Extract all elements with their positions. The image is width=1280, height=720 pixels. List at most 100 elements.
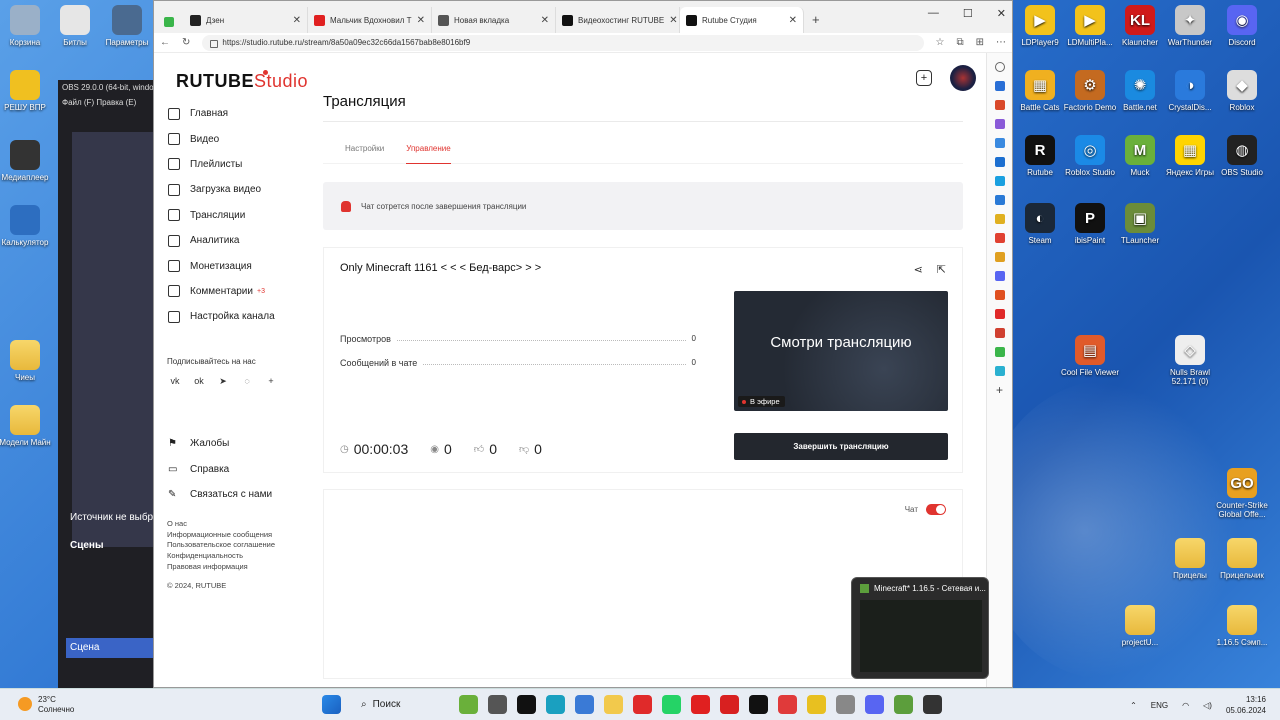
window-controls[interactable]: — ☐ ✕ <box>928 7 1006 20</box>
minimize-icon[interactable]: — <box>928 7 939 20</box>
sidebar-apps-icon[interactable] <box>994 138 1005 148</box>
sidebar-item-streams[interactable]: Трансляции <box>168 203 308 228</box>
maximize-icon[interactable]: ☐ <box>963 7 973 20</box>
sidebar-games-icon[interactable] <box>994 119 1005 129</box>
tab-close-icon[interactable]: ✕ <box>789 15 797 26</box>
tab-close-icon[interactable]: ✕ <box>417 15 425 26</box>
tab-close-icon[interactable]: ✕ <box>293 15 301 26</box>
obs-menu[interactable]: Файл (F) Правка (E) <box>58 95 153 110</box>
end-stream-button[interactable]: Завершить трансляцию <box>734 433 948 460</box>
sidebar-item-home[interactable]: Главная <box>168 101 308 126</box>
discord-taskbar-icon[interactable] <box>865 694 884 714</box>
social-ok-icon[interactable]: ok <box>192 376 206 390</box>
sidebar-item-monetization[interactable]: Монетизация <box>168 253 308 278</box>
sidebar-tool-icon[interactable] <box>994 195 1005 205</box>
desktop-icon[interactable]: ▤ Cool File Viewer <box>1060 335 1120 377</box>
footer-link[interactable]: Конфиденциальность <box>167 551 275 562</box>
desktop-icon[interactable]: 1.16.5 Сэмп... <box>1212 605 1272 647</box>
weather-widget[interactable]: 23°C Солнечно <box>18 695 74 715</box>
desktop-icon[interactable]: projectU... <box>1110 605 1170 647</box>
clock[interactable]: 13:16 05.06.2024 <box>1226 694 1266 716</box>
star-icon[interactable]: ☆ <box>936 37 945 48</box>
menu-icon[interactable]: ⋯ <box>996 37 1006 48</box>
sidebar-app3-icon[interactable] <box>994 309 1005 319</box>
obs-scene-item[interactable]: Сцена <box>66 638 154 658</box>
desktop-icon[interactable]: Битлы <box>45 5 105 47</box>
share-icon[interactable]: ⋖ <box>914 263 923 276</box>
sidebar-item-contact[interactable]: ✎ Связаться с нами <box>168 482 272 507</box>
desktop-icon[interactable]: ◇ Nulls Brawl 52.171 (0) <box>1160 335 1220 386</box>
sidebar-item-comments[interactable]: Комментарии +3 <box>168 279 308 304</box>
sidebar-bag-icon[interactable] <box>994 100 1005 110</box>
desktop-icon[interactable]: ◑ CrystalDis... <box>1160 70 1220 112</box>
desktop-icon[interactable]: ◍ OBS Studio <box>1212 135 1272 177</box>
tab-close-icon[interactable]: ✕ <box>541 15 549 26</box>
yandex-browser-icon[interactable] <box>633 694 652 714</box>
desktop-icon[interactable]: Чиеы <box>0 340 55 382</box>
app-icon[interactable] <box>807 694 826 714</box>
explorer-icon[interactable] <box>604 694 623 714</box>
create-icon[interactable]: + <box>916 70 932 86</box>
extensions-icon[interactable]: ⧉ <box>956 37 963 48</box>
sidebar-item-analytics[interactable]: Аналитика <box>168 228 308 253</box>
footer-link[interactable]: Правовая информация <box>167 562 275 573</box>
taskbar-preview-popup[interactable]: Minecraft* 1.16.5 - Сетевая и... <box>851 577 989 679</box>
footer-link[interactable]: Информационные сообщения <box>167 530 275 541</box>
sidebar-cube-icon[interactable] <box>994 252 1005 262</box>
tab-settings[interactable]: Настройки <box>345 134 384 164</box>
sidebar-discord-icon[interactable] <box>994 271 1005 281</box>
sidebar-item-playlists[interactable]: Плейлисты <box>168 152 308 177</box>
tab-close-icon[interactable]: ✕ <box>669 15 677 26</box>
lang-indicator[interactable]: ENG <box>1151 701 1168 710</box>
footer-link[interactable]: Пользовательское соглашение <box>167 540 275 551</box>
sidebar-app-icon[interactable] <box>994 233 1005 243</box>
unity-icon[interactable] <box>836 694 855 714</box>
sidebar-outlook-icon[interactable] <box>994 157 1005 167</box>
sidebar-chat-icon[interactable] <box>994 214 1005 224</box>
browser-tab[interactable]: Мальчик Вдохновил Т ✕ <box>308 7 432 33</box>
sidebar-item-complaints[interactable]: ⚑ Жалобы <box>168 431 272 456</box>
sidebar-send-icon[interactable] <box>994 176 1005 186</box>
rutube-app-icon[interactable] <box>517 694 536 714</box>
youtube-icon[interactable] <box>691 694 710 714</box>
desktop-icon[interactable]: Калькулятор <box>0 205 55 247</box>
desktop-icon[interactable]: Параметры <box>97 5 157 47</box>
avatar[interactable] <box>950 65 976 91</box>
desktop-icon[interactable]: Модели Майн <box>0 405 55 447</box>
social-vk-icon[interactable]: vk <box>168 376 182 390</box>
edge-icon[interactable] <box>546 694 565 714</box>
anydesk-icon[interactable] <box>778 694 797 714</box>
open-external-icon[interactable]: ⇱ <box>937 263 946 276</box>
sidebar-item-upload[interactable]: Загрузка видео <box>168 177 308 202</box>
desktop-icon[interactable]: ▦ Яндекс Игры <box>1160 135 1220 177</box>
yandex-icon[interactable] <box>720 694 739 714</box>
start-icon[interactable] <box>322 694 341 714</box>
social-tg-icon[interactable]: ➤ <box>216 376 230 390</box>
sidebar-search-icon[interactable] <box>994 62 1005 72</box>
browser-tab[interactable]: Видеохостинг RUTUBE ✕ <box>556 7 680 33</box>
minecraft-taskbar-icon[interactable] <box>894 694 913 714</box>
new-tab-button[interactable]: + <box>804 12 828 33</box>
tab-actions[interactable] <box>158 17 184 33</box>
desktop-icon[interactable]: РЕШУ ВПР <box>0 70 55 112</box>
popup-thumbnail[interactable] <box>860 600 982 672</box>
obs-window[interactable]: OBS 29.0.0 (64-bit, windows) Файл (F) Пр… <box>58 80 164 690</box>
task-view-icon[interactable] <box>488 694 507 714</box>
stream-preview[interactable]: Смотри трансляцию В эфире <box>734 291 948 411</box>
browser-tab[interactable]: Rutube Студия ✕ <box>680 7 804 33</box>
footer-link[interactable]: О нас <box>167 519 275 530</box>
browser-tab[interactable]: Новая вкладка ✕ <box>432 7 556 33</box>
url-field[interactable]: https://studio.rutube.ru/stream/8a50a09e… <box>202 34 924 51</box>
sidebar-grid-icon[interactable] <box>994 347 1005 357</box>
close-window-icon[interactable]: ✕ <box>997 7 1006 20</box>
browser-tab[interactable]: Дзен ✕ <box>184 7 308 33</box>
social-more-icon[interactable]: + <box>264 376 278 390</box>
chat-toggle[interactable] <box>926 504 946 515</box>
network-icon[interactable]: ◠ <box>1182 701 1189 710</box>
desktop-icon[interactable]: Прицельчик <box>1212 538 1272 580</box>
desktop-icon[interactable]: ▣ TLauncher <box>1110 203 1170 245</box>
desktop-icon[interactable]: ✦ WarThunder <box>1160 5 1220 47</box>
rutube-studio-logo[interactable]: RUTUBEStudio <box>176 70 308 92</box>
sidebar-tag-icon[interactable] <box>994 81 1005 91</box>
store-icon[interactable] <box>575 694 594 714</box>
